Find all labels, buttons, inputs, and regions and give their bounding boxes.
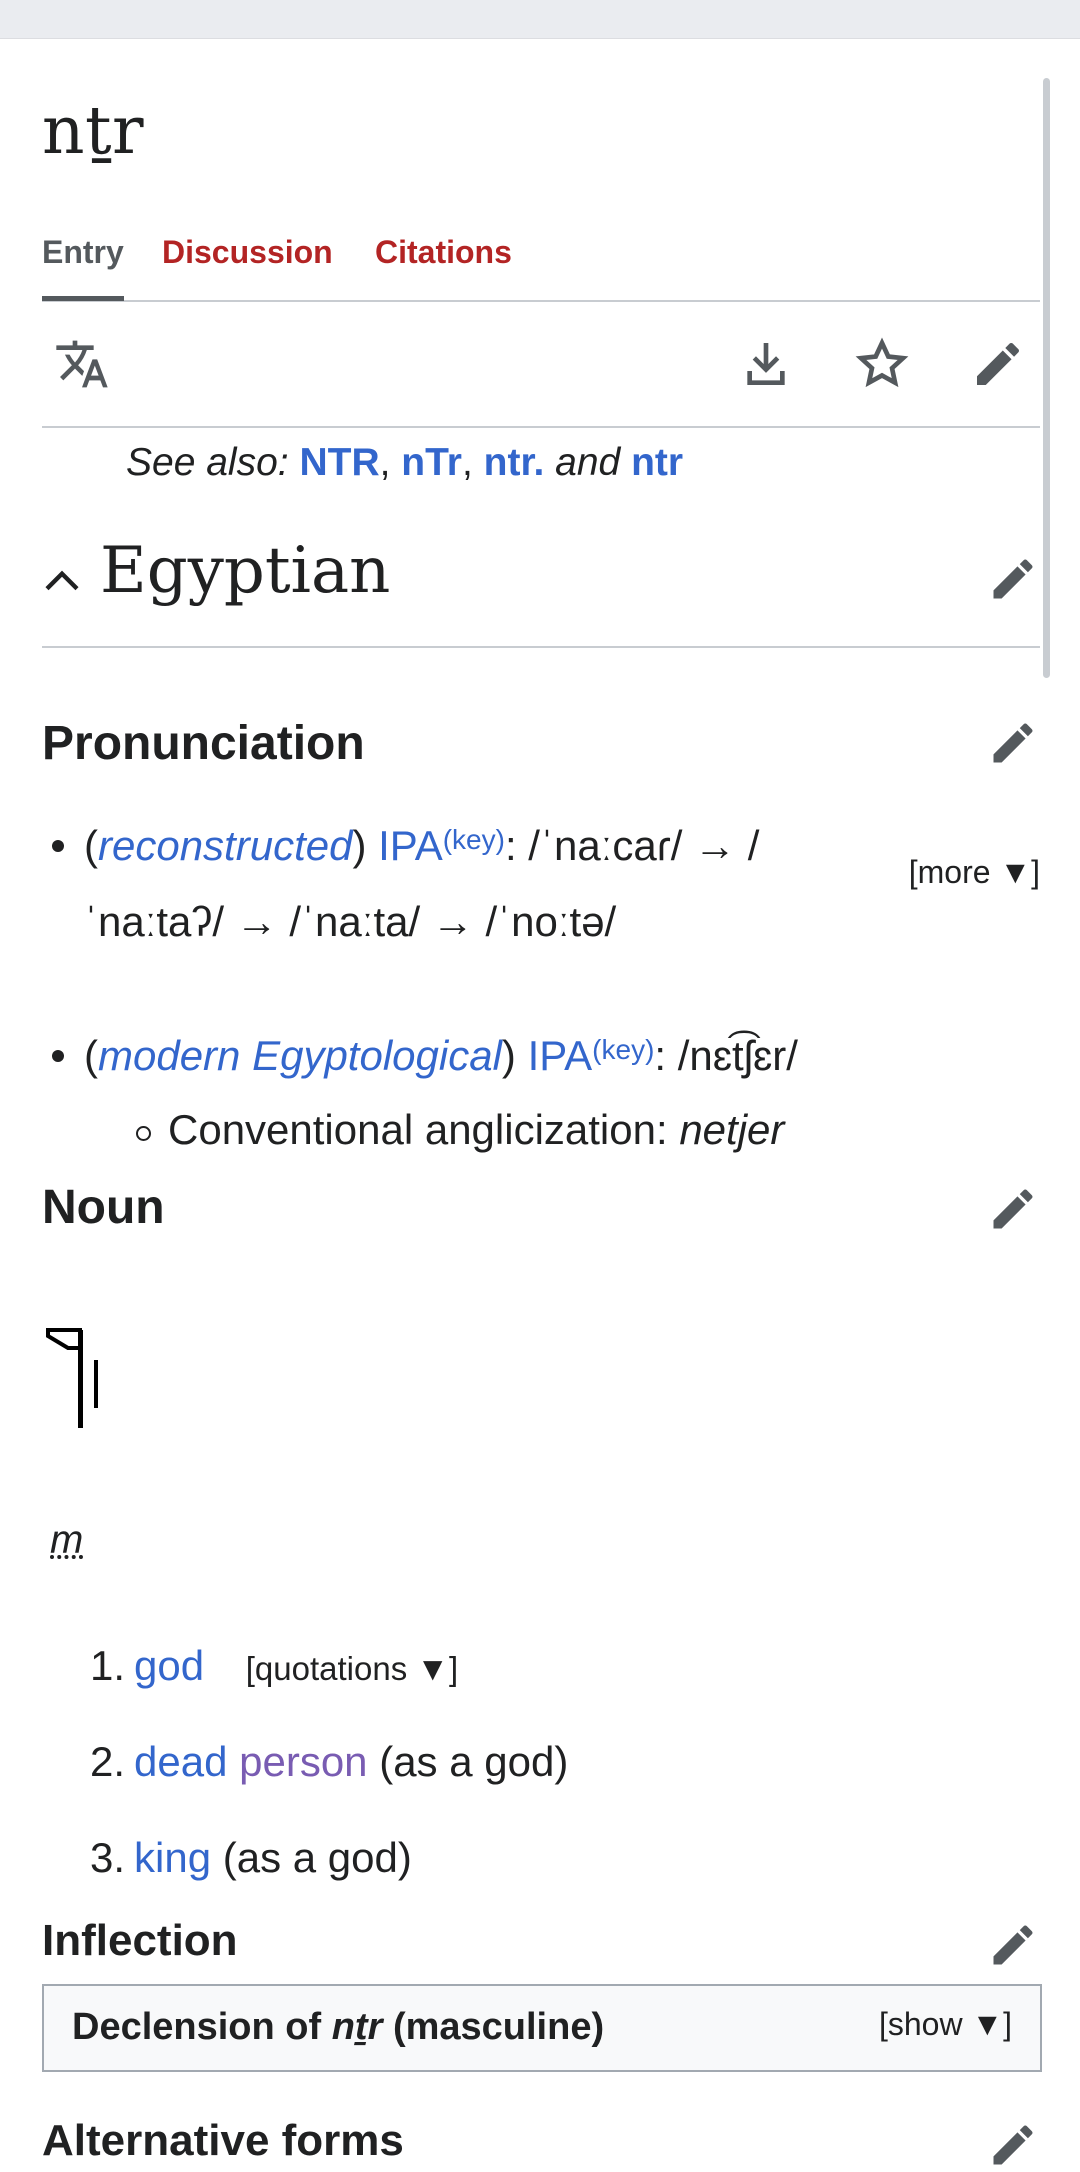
- tab-citations[interactable]: Citations: [375, 230, 512, 296]
- declension-title: Declension of nṯr (masculine): [72, 2006, 605, 2048]
- tab-discussion[interactable]: Discussion: [162, 230, 333, 296]
- page-title: nṯr: [42, 92, 145, 169]
- hieroglyph-ntr-image: [46, 1328, 98, 1428]
- person-link[interactable]: person: [239, 1738, 367, 1785]
- quotations-toggle[interactable]: [quotations ▼]: [246, 1650, 458, 1687]
- sub-bullet: [136, 1126, 151, 1141]
- bullet: [52, 1050, 64, 1062]
- gender-abbreviation[interactable]: m: [50, 1516, 83, 1564]
- pronunciation-heading: Pronunciation: [42, 717, 365, 770]
- ipa-key-link[interactable]: (key): [592, 1034, 654, 1065]
- chevron-up-icon[interactable]: [42, 562, 82, 602]
- language-name: Egyptian: [100, 534, 391, 608]
- language-section-heading[interactable]: Egyptian: [42, 518, 1040, 648]
- god-link[interactable]: god: [134, 1642, 204, 1689]
- pronunciation-item-reconstructed: (reconstructed) IPA(key): /ˈnaːcaɾ/ → /: [84, 822, 760, 869]
- noun-heading: Noun: [42, 1181, 165, 1234]
- see-also-label: See also:: [126, 441, 289, 484]
- ipa-key-link[interactable]: (key): [443, 824, 505, 855]
- edit-language-icon[interactable]: [986, 552, 1040, 606]
- edit-noun-icon[interactable]: [986, 1182, 1040, 1236]
- anglicization: Conventional anglicization: netjer: [168, 1106, 785, 1153]
- edit-pronunciation-icon[interactable]: [986, 716, 1040, 770]
- reconstructed-link[interactable]: reconstructed: [98, 822, 352, 869]
- translate-icon[interactable]: [50, 332, 114, 396]
- edit-alternative-forms-icon[interactable]: [986, 2118, 1040, 2172]
- see-also-and: and: [555, 441, 621, 484]
- king-link[interactable]: king: [134, 1834, 211, 1881]
- inflection-heading: Inflection: [42, 1916, 238, 1965]
- modern-egyptological-link[interactable]: modern Egyptological: [98, 1032, 502, 1079]
- sense-2: 2. dead person (as a god): [90, 1738, 569, 1785]
- see-also-link-NTR[interactable]: NTR: [299, 441, 379, 484]
- more-toggle[interactable]: [more ▼]: [909, 854, 1040, 891]
- edit-inflection-icon[interactable]: [986, 1918, 1040, 1972]
- sense-3: 3. king (as a god): [90, 1834, 412, 1881]
- see-also-link-ntr[interactable]: ntr: [631, 441, 683, 484]
- see-also-link-nTr[interactable]: nTr: [401, 441, 462, 484]
- tab-entry[interactable]: Entry: [42, 230, 124, 301]
- page-toolbar: [42, 302, 1040, 428]
- edit-icon[interactable]: [966, 332, 1030, 396]
- sense-1: 1. god [quotations ▼]: [90, 1642, 459, 1689]
- see-also-link-ntr-dot[interactable]: ntr.: [484, 441, 545, 484]
- ipa-transcription-cont: ˈnaːtaʔ/ → /ˈnaːta/ → /ˈnoːtə/: [84, 898, 617, 945]
- star-icon[interactable]: [850, 332, 914, 396]
- ipa-transcription: : /nɛt͡ʃɛr/: [654, 1032, 798, 1079]
- ipa-transcription: : /ˈnaːcaɾ/ → /: [504, 822, 760, 869]
- bullet: [52, 840, 64, 852]
- download-icon[interactable]: [734, 332, 798, 396]
- alternative-forms-heading: Alternative forms: [42, 2116, 404, 2165]
- declension-table[interactable]: Declension of nṯr (masculine) [show ▼]: [42, 1984, 1042, 2072]
- tab-bar: Entry Discussion Citations: [42, 230, 1040, 302]
- scrollbar[interactable]: [1043, 78, 1050, 678]
- ipa-link[interactable]: IPA: [378, 822, 443, 869]
- pronunciation-item-modern: (modern Egyptological) IPA(key): /nɛt͡ʃɛ…: [84, 1032, 798, 1079]
- ipa-link[interactable]: IPA: [528, 1032, 593, 1079]
- see-also-note: See also: NTR, nTr, ntr. and ntr: [126, 441, 684, 484]
- show-toggle[interactable]: [show ▼]: [879, 2006, 1012, 2043]
- browser-top-bar: [0, 0, 1080, 39]
- dead-link[interactable]: dead: [134, 1738, 227, 1785]
